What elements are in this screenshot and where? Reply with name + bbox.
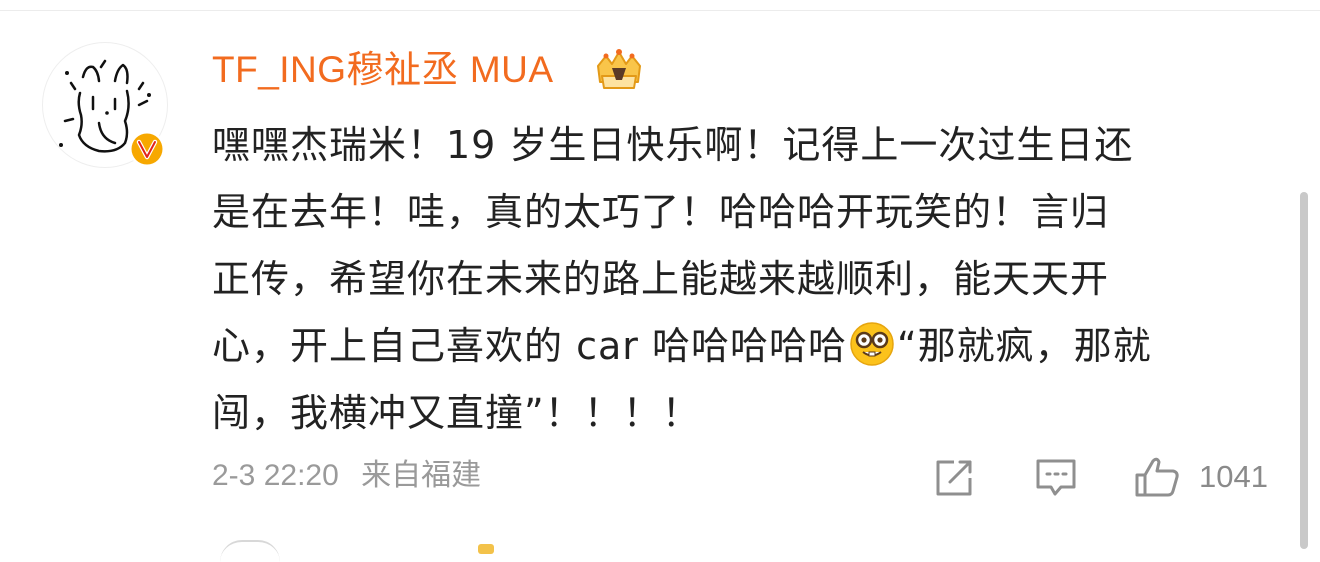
comment-icon [1036, 459, 1076, 496]
nerd-face-emoji [849, 321, 895, 367]
comment-line: 是在去年！哇，真的太巧了！哈哈哈开玩笑的！言归 [212, 190, 1110, 234]
comment-line-text: 心，开上自己喜欢的 car 哈哈哈哈哈 [212, 324, 847, 368]
crown-badge-icon [592, 48, 646, 92]
comment-line: 正传，希望你在未来的路上能越来越顺利，能天天开 [212, 257, 1110, 301]
comment-item: TF_ING穆祉丞 MUA 嘿嘿杰瑞米！19 岁生日快乐啊！记得上一次过生日还 … [0, 0, 1320, 554]
comment-line-text: “那就疯，那就 [896, 324, 1152, 368]
timestamp: 2-3 22:20 [212, 459, 339, 492]
avatar-container[interactable] [42, 42, 168, 168]
location: 来自福建 [361, 459, 482, 492]
next-comment-avatar-edge [220, 540, 280, 562]
share-button[interactable] [932, 456, 976, 498]
thumbs-up-icon [1135, 457, 1179, 497]
like-button[interactable]: 1041 [1133, 456, 1268, 498]
comment-meta: 2-3 22:20 来自福建 [212, 456, 481, 496]
comment-body: 嘿嘿杰瑞米！19 岁生日快乐啊！记得上一次过生日还 是在去年！哇，真的太巧了！哈… [212, 112, 1282, 447]
comment-line: 嘿嘿杰瑞米！19 岁生日快乐啊！记得上一次过生日还 [212, 123, 1134, 167]
share-icon [936, 460, 972, 496]
comment-line-with-emoji: 心，开上自己喜欢的 car 哈哈哈哈哈 “那就疯，那就 [212, 313, 1282, 380]
scrollbar[interactable] [1300, 192, 1308, 549]
reply-button[interactable] [1033, 456, 1079, 498]
like-count: 1041 [1199, 459, 1268, 494]
verified-v-icon [128, 130, 166, 168]
comment-line: 闯，我横冲又直撞”！！！！ [212, 391, 701, 435]
next-comment-badge-edge [478, 544, 494, 554]
username[interactable]: TF_ING穆祉丞 MUA [212, 48, 554, 92]
